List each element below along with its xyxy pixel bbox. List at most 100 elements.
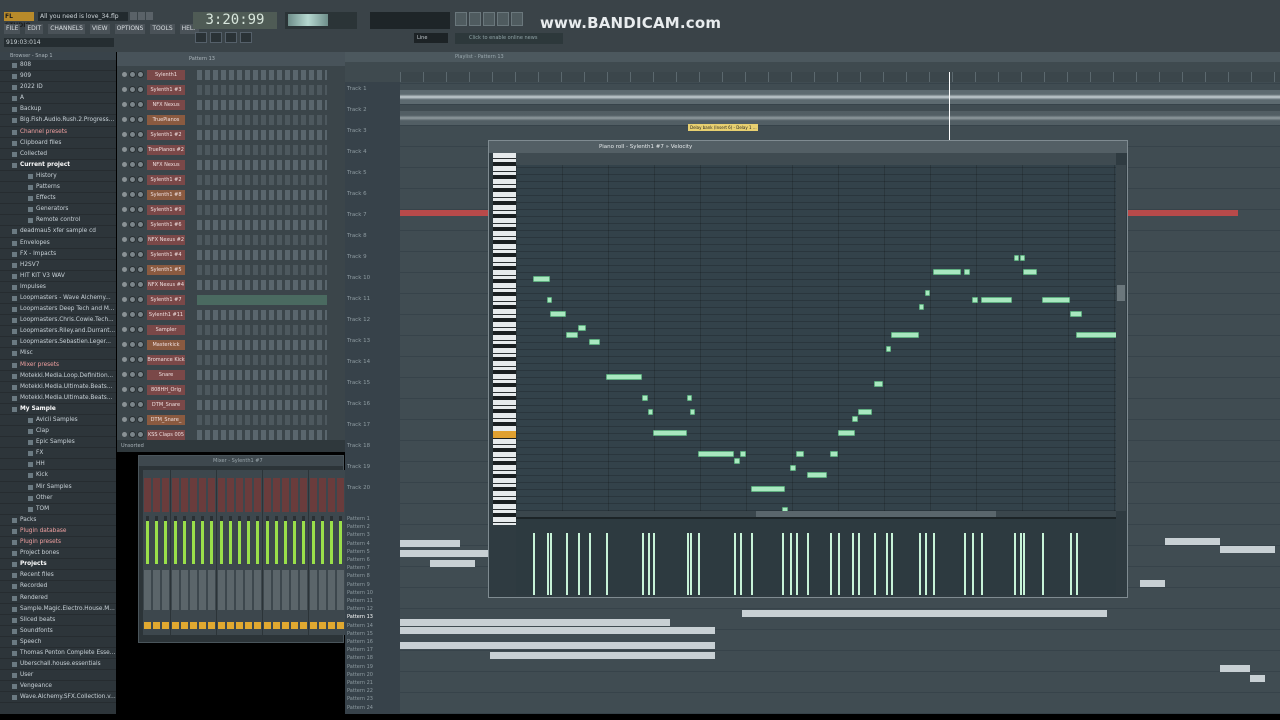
mixer-strip[interactable]: [308, 470, 318, 635]
channel-name-button[interactable]: 808HH_Orig: [147, 385, 185, 395]
pattern-clip[interactable]: [742, 610, 1107, 617]
browser-item[interactable]: H2SV7: [0, 260, 116, 271]
browser-item[interactable]: 808: [0, 60, 116, 72]
mute-led-icon[interactable]: [122, 357, 127, 362]
note[interactable]: [734, 458, 740, 464]
velocity-bar[interactable]: [689, 533, 692, 595]
pattern-label[interactable]: Pattern 4: [347, 541, 370, 547]
note[interactable]: [1014, 255, 1020, 261]
menu-options[interactable]: OPTIONS: [114, 24, 146, 34]
channel-name-button[interactable]: Sylenth1 #9: [147, 205, 185, 215]
velocity-bar[interactable]: [647, 533, 650, 595]
channel-name-button[interactable]: Snare: [147, 370, 185, 380]
mute-led-icon[interactable]: [122, 132, 127, 137]
velocity-bar[interactable]: [891, 533, 894, 595]
piano-roll-titlebar[interactable]: Piano roll - Sylenth1 #7 » Velocity: [489, 141, 1127, 153]
volume-knob[interactable]: [137, 431, 144, 438]
velocity-bar[interactable]: [686, 533, 689, 595]
channel-row[interactable]: Sampler: [117, 324, 345, 337]
step-buttons[interactable]: [197, 175, 327, 185]
velocity-bar[interactable]: [734, 533, 737, 595]
vertical-scrollbar[interactable]: [1116, 165, 1126, 511]
mute-led-icon[interactable]: [122, 87, 127, 92]
pattern-label[interactable]: Pattern 12: [347, 606, 373, 612]
channel-row[interactable]: Bromance Kick: [117, 354, 345, 367]
velocity-bar[interactable]: [972, 533, 975, 595]
mixer-strip[interactable]: [216, 470, 226, 635]
velocity-bar[interactable]: [790, 533, 793, 595]
pan-knob[interactable]: [129, 221, 136, 228]
volume-knob[interactable]: [137, 326, 144, 333]
note[interactable]: [790, 465, 796, 471]
pattern-label[interactable]: Pattern 9: [347, 582, 370, 588]
track-label[interactable]: Track 4: [347, 149, 367, 155]
velocity-bar[interactable]: [1014, 533, 1017, 595]
volume-fader[interactable]: [144, 570, 151, 610]
velocity-bar[interactable]: [924, 533, 927, 595]
step-buttons[interactable]: [197, 355, 327, 365]
menu-channels[interactable]: CHANNELS: [48, 24, 85, 34]
maximize-button[interactable]: [138, 12, 145, 20]
pattern-label[interactable]: Pattern 21: [347, 680, 373, 686]
note[interactable]: [796, 451, 805, 457]
minimize-button[interactable]: [130, 12, 137, 20]
automation-clip[interactable]: Delay bank (Insert 6) - Delay 1 ...: [688, 124, 758, 131]
pattern-label[interactable]: Pattern 15: [347, 631, 373, 637]
channel-name-button[interactable]: KSS Claps 005: [147, 430, 185, 440]
channel-name-button[interactable]: Bromance Kick: [147, 355, 185, 365]
channel-name-button[interactable]: DTM_Snare_: [147, 415, 185, 425]
channel-name-button[interactable]: Sylenth1 #2: [147, 175, 185, 185]
channel-name-button[interactable]: NFX Nexus: [147, 160, 185, 170]
note[interactable]: [1070, 311, 1082, 317]
pattern-clip[interactable]: [400, 642, 715, 649]
browser-item[interactable]: Impulses: [0, 282, 116, 293]
playlist-shortcut-icon[interactable]: [455, 12, 467, 26]
channel-name-button[interactable]: NFX Nexus #2: [147, 235, 185, 245]
velocity-bar[interactable]: [549, 533, 552, 595]
step-buttons[interactable]: [197, 340, 327, 350]
volume-fader[interactable]: [190, 570, 197, 610]
track-label[interactable]: Track 7: [347, 212, 367, 218]
velocity-bar[interactable]: [577, 533, 580, 595]
pattern-label[interactable]: Pattern 18: [347, 655, 373, 661]
channel-row[interactable]: Sylenth1 #3: [117, 84, 345, 97]
note[interactable]: [919, 304, 925, 310]
velocity-bar[interactable]: [1042, 533, 1045, 595]
track-label[interactable]: Track 5: [347, 170, 367, 176]
song-time-display[interactable]: 3:20:99: [193, 12, 277, 29]
mixer-strip[interactable]: [179, 470, 189, 635]
track-label[interactable]: Track 10: [347, 275, 370, 281]
mute-led-icon[interactable]: [122, 387, 127, 392]
volume-knob[interactable]: [137, 371, 144, 378]
step-buttons[interactable]: [197, 190, 327, 200]
browser-item[interactable]: Thomas Penton Complete Esse...: [0, 648, 116, 660]
browser-item[interactable]: Mixer presets: [0, 360, 116, 371]
mixer-strip[interactable]: [189, 470, 198, 635]
play-button[interactable]: [210, 32, 222, 43]
volume-knob[interactable]: [137, 116, 144, 123]
pan-knob[interactable]: [129, 191, 136, 198]
volume-knob[interactable]: [137, 161, 144, 168]
volume-fader[interactable]: [171, 570, 179, 610]
step-buttons[interactable]: [197, 100, 327, 110]
mixer-strip[interactable]: [225, 470, 235, 635]
browser-item[interactable]: Motekki.Media.Ultimate.Beats...: [0, 382, 116, 393]
note[interactable]: [751, 486, 785, 492]
browser-item[interactable]: Remote control: [0, 215, 116, 227]
pan-knob[interactable]: [129, 116, 136, 123]
pan-knob[interactable]: [129, 101, 136, 108]
browser-item[interactable]: Big.Fish.Audio.Rush.2.Progress...: [0, 115, 116, 127]
pattern-label[interactable]: Pattern 8: [347, 573, 370, 579]
volume-fader[interactable]: [263, 570, 271, 610]
channel-name-button[interactable]: Masterkick: [147, 340, 185, 350]
channel-name-button[interactable]: TruePianos: [147, 115, 185, 125]
volume-knob[interactable]: [137, 101, 144, 108]
channel-row[interactable]: Sylenth1 #2: [117, 174, 345, 187]
route-button[interactable]: [236, 622, 243, 629]
pattern-label[interactable]: Pattern 3: [347, 532, 370, 538]
channel-row[interactable]: NFX Nexus #4: [117, 279, 345, 292]
pan-knob[interactable]: [129, 416, 136, 423]
volume-knob[interactable]: [137, 266, 144, 273]
route-button[interactable]: [328, 622, 335, 629]
step-buttons[interactable]: [197, 265, 327, 275]
